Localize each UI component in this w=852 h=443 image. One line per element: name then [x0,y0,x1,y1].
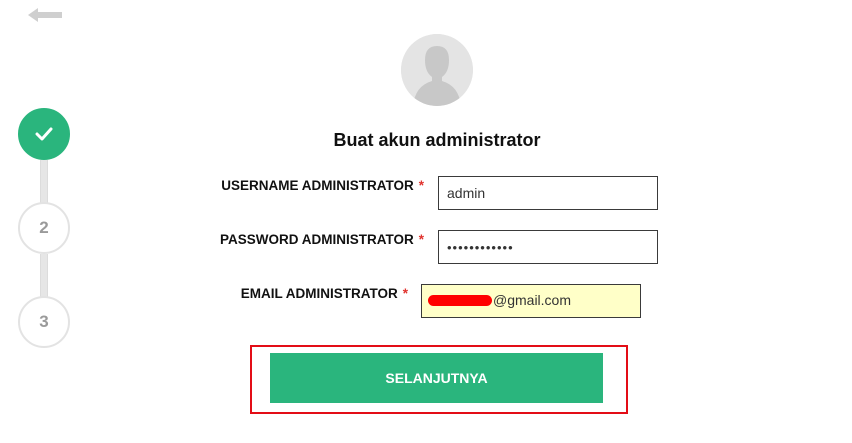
user-placeholder-icon [401,34,473,106]
step-2: 2 [18,202,70,254]
required-mark: * [418,178,424,193]
stepper-connector [40,160,48,206]
password-label-text: PASSWORD ADMINISTRATOR [219,232,414,247]
page-title: Buat akun administrator [333,130,541,150]
required-mark: * [402,286,408,301]
required-mark: * [418,232,424,247]
username-input[interactable] [438,176,658,210]
password-input[interactable]: •••••••••••• [438,230,658,264]
email-label-text: EMAIL ADMINISTRATOR [240,286,398,301]
stepper-connector [40,254,48,300]
back-arrow-icon[interactable] [28,6,64,24]
username-label-text: USERNAME ADMINISTRATOR [221,178,414,193]
email-label: EMAIL ADMINISTRATOR * [241,286,408,301]
step-number: 2 [39,218,49,237]
email-value: @gmail.com [493,292,572,308]
redaction-mark [428,295,492,306]
password-dots: •••••••••••• [447,239,514,255]
next-button[interactable]: SELANJUTNYA [270,353,603,403]
password-label: PASSWORD ADMINISTRATOR * [220,232,424,247]
username-label: USERNAME ADMINISTRATOR * [221,178,424,193]
step-3: 3 [18,296,70,348]
avatar [401,34,473,106]
step-number: 3 [39,312,49,331]
